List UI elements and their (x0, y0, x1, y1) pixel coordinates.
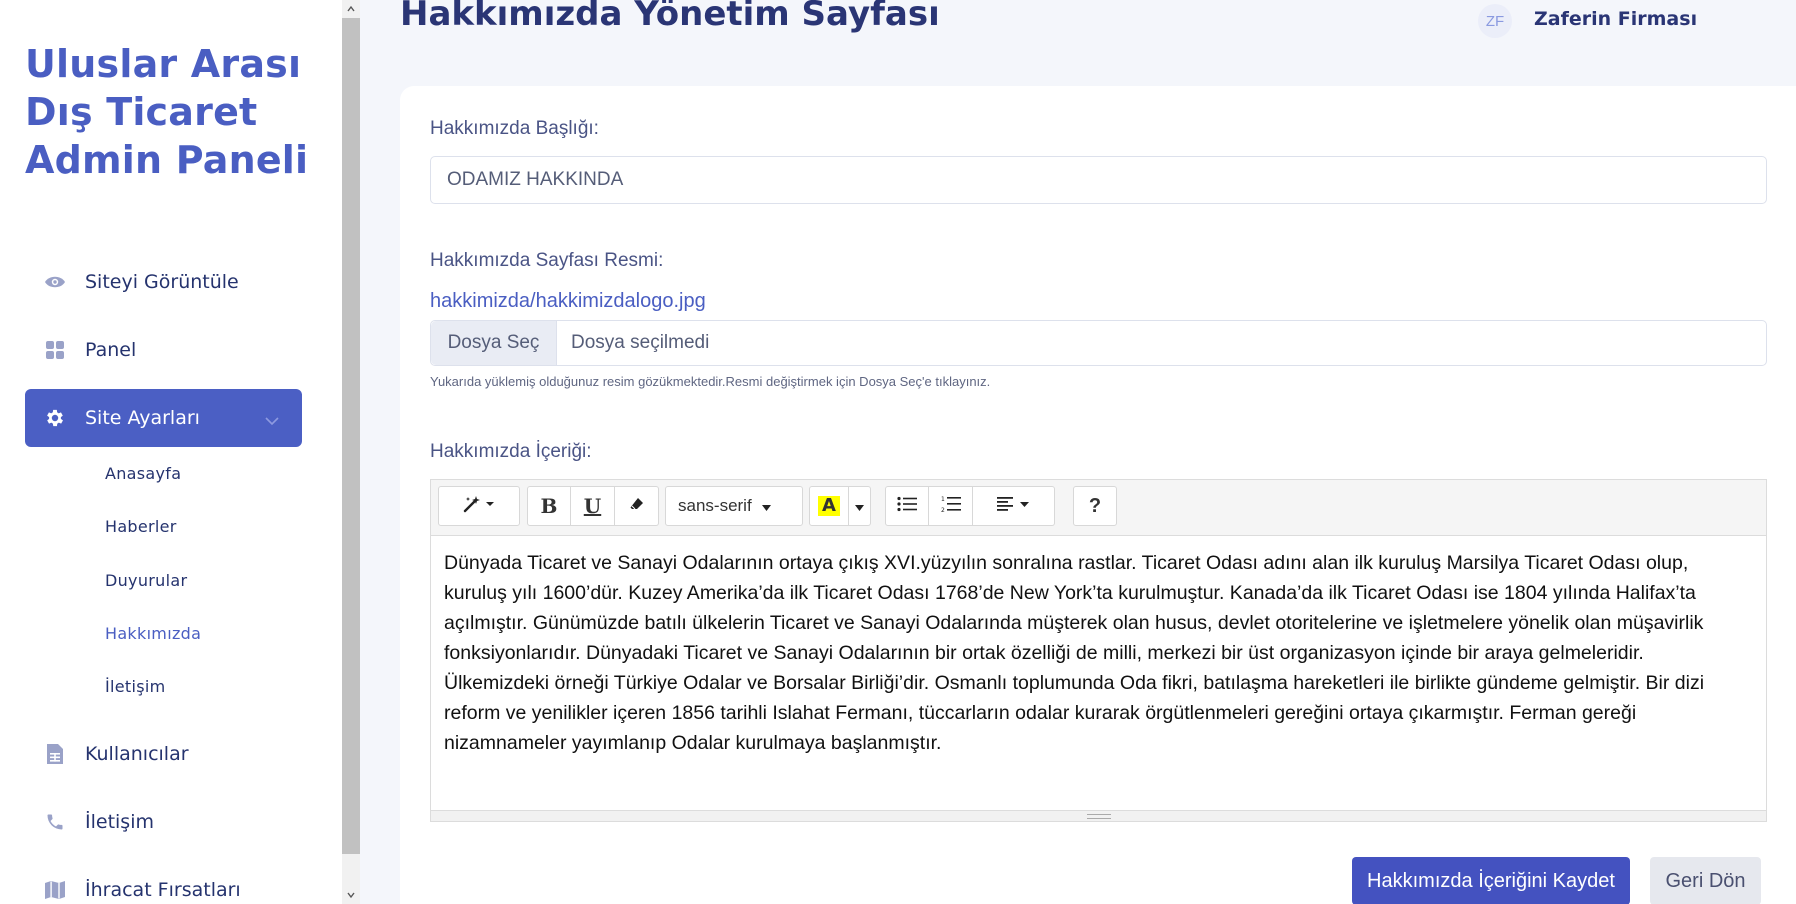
editor-resize-handle[interactable] (431, 810, 1766, 821)
eraser-icon (629, 496, 645, 517)
scroll-down-arrow-icon[interactable] (346, 890, 356, 900)
scrollbar-thumb[interactable] (342, 18, 360, 854)
clear-format-button[interactable] (615, 486, 659, 526)
brand-title: Uluslar Arası Dış Ticaret Admin Paneli (25, 42, 309, 182)
subnav-item-anasayfa[interactable]: Anasayfa (105, 464, 181, 483)
resize-grip-icon (1086, 813, 1111, 819)
eye-icon (25, 274, 85, 290)
sidebar-scrollbar[interactable] (342, 0, 360, 904)
caret-down-icon (761, 496, 771, 516)
svg-text:2: 2 (941, 507, 945, 513)
caret-down-icon (855, 496, 864, 516)
chevron-down-icon (264, 409, 280, 431)
nav-item-label: Kullanıcılar (85, 743, 189, 765)
subnav-item-hakkimizda[interactable]: Hakkımızda (105, 624, 201, 643)
about-title-label: Hakkımızda Başlığı: (430, 118, 599, 139)
nav-item-users[interactable]: Kullanıcılar (25, 725, 302, 783)
choose-file-button[interactable]: Dosya Seç (431, 321, 557, 365)
svg-text:1: 1 (941, 496, 945, 503)
subnav-item-duyurular[interactable]: Duyurular (105, 571, 187, 590)
subnav-item-iletisim[interactable]: İletişim (105, 677, 166, 696)
about-content-label: Hakkımızda İçeriği: (430, 441, 592, 462)
image-file-input[interactable]: Dosya Seç Dosya seçilmedi (430, 320, 1767, 366)
rich-text-editor: B U sans-serif A 1 2 ? Dünyada Ticaret v… (430, 479, 1767, 822)
ordered-list-button[interactable]: 12 (929, 486, 973, 526)
about-image-label: Hakkımızda Sayfası Resmi: (430, 250, 664, 271)
nav-item-label: Panel (85, 339, 137, 361)
help-button[interactable]: ? (1073, 486, 1117, 526)
numbered-list-icon: 12 (941, 495, 961, 518)
back-button[interactable]: Geri Dön (1650, 857, 1761, 904)
magic-wand-icon (462, 495, 496, 518)
page-title: Hakkımızda Yönetim Sayfası (400, 0, 940, 34)
text-color-button[interactable]: A (809, 486, 849, 526)
nav-item-label: İletişim (85, 811, 154, 833)
user-name[interactable]: Zaferin Firması (1534, 8, 1697, 30)
save-about-content-button[interactable]: Hakkımızda İçeriğini Kaydet (1352, 857, 1630, 904)
nav-item-label: Site Ayarları (85, 407, 200, 429)
style-dropdown-button[interactable] (438, 486, 520, 526)
text-color-dropdown[interactable] (849, 486, 871, 526)
gear-icon (25, 407, 85, 429)
about-title-input[interactable] (430, 156, 1767, 204)
nav-item-label: Siteyi Görüntüle (85, 271, 239, 293)
text-color-letter: A (818, 496, 840, 516)
align-left-icon (996, 496, 1031, 516)
bulleted-list-icon (897, 496, 917, 517)
nav-item-site-settings[interactable]: Site Ayarları (25, 389, 302, 447)
unordered-list-button[interactable] (885, 486, 929, 526)
nav-item-export-opportunities[interactable]: İhracat Fırsatları (25, 861, 302, 904)
nav-item-contact[interactable]: İletişim (25, 793, 302, 851)
font-family-dropdown[interactable]: sans-serif (665, 486, 803, 526)
current-image-link[interactable]: hakkimizda/hakkimizdalogo.jpg (430, 290, 706, 313)
image-help-text: Yukarıda yüklemiş olduğunuz resim gözükm… (430, 374, 991, 389)
underline-button[interactable]: U (571, 486, 615, 526)
paragraph-align-dropdown[interactable] (973, 486, 1055, 526)
editor-content[interactable]: Dünyada Ticaret ve Sanayi Odalarının ort… (444, 548, 1754, 758)
document-table-icon (25, 743, 85, 765)
scroll-up-arrow-icon[interactable] (346, 4, 356, 14)
font-family-value: sans-serif (678, 496, 752, 515)
avatar[interactable]: ZF (1478, 4, 1512, 38)
nav-item-view-site[interactable]: Siteyi Görüntüle (25, 253, 302, 311)
map-icon (25, 880, 85, 900)
subnav-item-haberler[interactable]: Haberler (105, 517, 177, 536)
editor-toolbar: B U sans-serif A 1 2 ? (431, 480, 1766, 536)
sidebar: Uluslar Arası Dış Ticaret Admin Paneli S… (0, 0, 342, 904)
nav-item-panel[interactable]: Panel (25, 321, 302, 379)
file-status-text: Dosya seçilmedi (571, 332, 710, 353)
bold-button[interactable]: B (527, 486, 571, 526)
phone-icon (25, 812, 85, 832)
grid-icon (25, 340, 85, 360)
nav-item-label: İhracat Fırsatları (85, 879, 241, 901)
